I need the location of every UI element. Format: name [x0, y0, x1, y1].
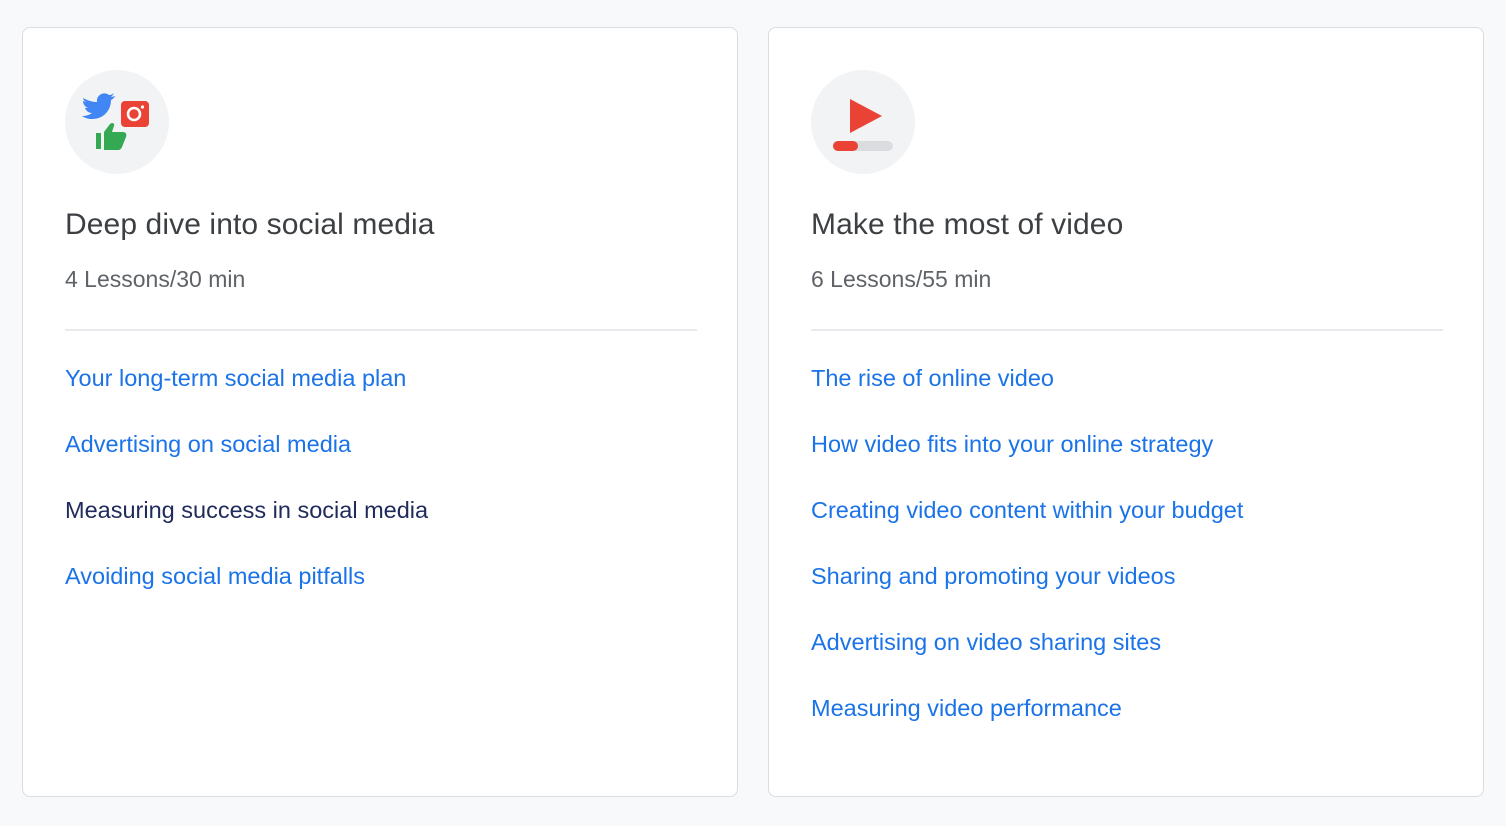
lesson-list: The rise of online video How video fits …: [811, 361, 1243, 757]
lesson-link[interactable]: Creating video content within your budge…: [811, 497, 1243, 523]
social-media-icon-graphic: [82, 93, 149, 150]
lesson-link[interactable]: Advertising on video sharing sites: [811, 629, 1161, 655]
lesson-link[interactable]: Advertising on social media: [65, 431, 351, 457]
divider: [65, 329, 697, 331]
lesson-item: Measuring video performance: [811, 691, 1243, 757]
lesson-link-current[interactable]: Measuring success in social media: [65, 497, 428, 523]
lesson-list: Your long-term social media plan Adverti…: [65, 361, 428, 625]
course-title: Make the most of video: [811, 208, 1124, 241]
video-play-icon-graphic: [833, 99, 893, 151]
course-duration: 6 Lessons/55 min: [811, 266, 992, 292]
lesson-item: Sharing and promoting your videos: [811, 559, 1243, 625]
lesson-item: Avoiding social media pitfalls: [65, 559, 428, 625]
lesson-item: Measuring success in social media: [65, 493, 428, 559]
instagram-icon: [121, 101, 149, 127]
course-card-video: Make the most of video 6 Lessons/55 min …: [768, 27, 1484, 797]
lesson-link[interactable]: Your long-term social media plan: [65, 365, 406, 391]
lesson-item: Advertising on video sharing sites: [811, 625, 1243, 691]
lesson-item: Creating video content within your budge…: [811, 493, 1243, 559]
social-media-icon: [65, 70, 169, 174]
video-play-icon: [811, 70, 915, 174]
play-triangle-icon: [850, 99, 882, 133]
course-card-social-media: Deep dive into social media 4 Lessons/30…: [22, 27, 738, 797]
thumbs-up-icon: [96, 133, 101, 149]
twitter-bird-icon: [82, 93, 115, 119]
course-title: Deep dive into social media: [65, 208, 435, 241]
lesson-link[interactable]: Avoiding social media pitfalls: [65, 563, 365, 589]
divider: [811, 329, 1443, 331]
lesson-item: Your long-term social media plan: [65, 361, 428, 427]
lesson-item: The rise of online video: [811, 361, 1243, 427]
lesson-link[interactable]: Sharing and promoting your videos: [811, 563, 1175, 589]
progress-fill: [833, 141, 858, 151]
lesson-link[interactable]: How video fits into your online strategy: [811, 431, 1213, 457]
lesson-item: How video fits into your online strategy: [811, 427, 1243, 493]
lesson-link[interactable]: The rise of online video: [811, 365, 1054, 391]
lesson-item: Advertising on social media: [65, 427, 428, 493]
course-duration: 4 Lessons/30 min: [65, 266, 246, 292]
lesson-link[interactable]: Measuring video performance: [811, 695, 1122, 721]
course-cards: Deep dive into social media 4 Lessons/30…: [0, 0, 1506, 826]
